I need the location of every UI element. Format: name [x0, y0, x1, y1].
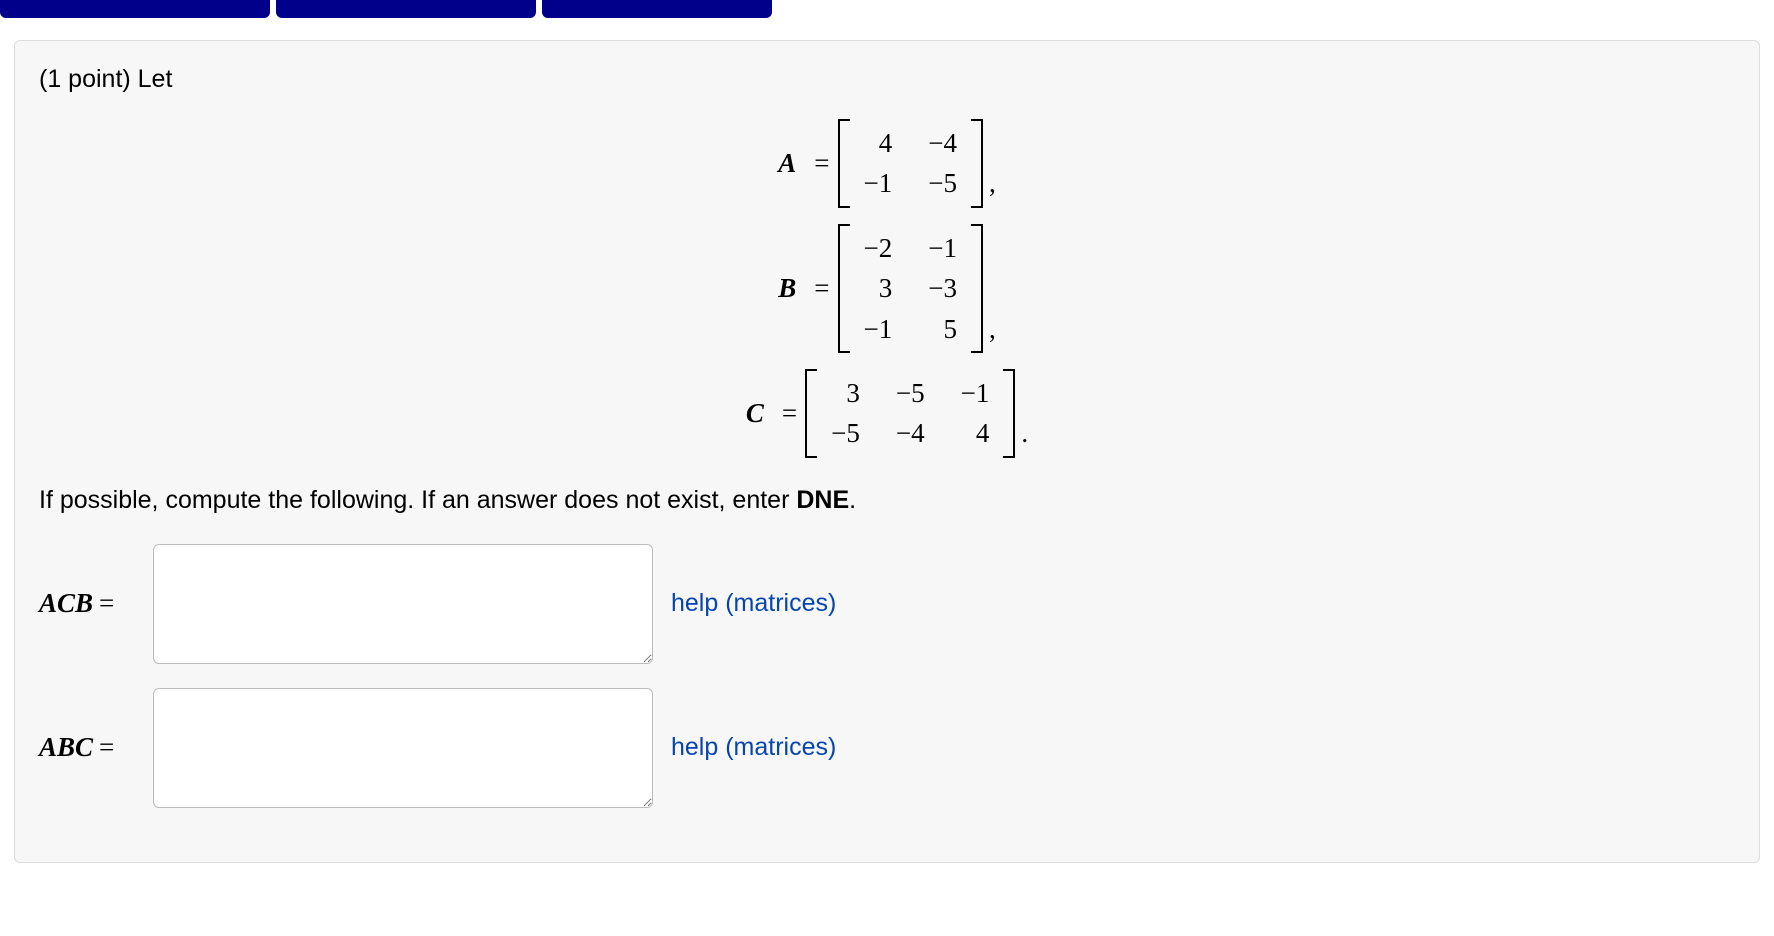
matrix-cell: 5 [924, 311, 961, 347]
matrix-cell: 3 [827, 375, 864, 411]
abc-var: ABC [39, 732, 93, 762]
top-nav-buttons [0, 0, 1774, 22]
matrix-b-label: B [778, 270, 796, 306]
matrix-cell: 3 [860, 270, 897, 306]
matrix-cell: −2 [860, 230, 897, 266]
bracket-right [971, 224, 983, 353]
trailing-period: . [1021, 415, 1028, 457]
nav-button-2[interactable] [276, 0, 536, 18]
matrix-cell: 4 [860, 125, 897, 161]
matrix-b-row: B = −2 −1 3 −3 −1 5 , [778, 224, 995, 353]
matrix-cell: −1 [957, 375, 994, 411]
bracket-right [971, 119, 983, 208]
page-root: (1 point) Let A = 4 −4 −1 −5 , [0, 0, 1774, 936]
trailing-comma: , [989, 311, 996, 353]
nav-button-3[interactable] [542, 0, 772, 18]
help-link-acb[interactable]: help (matrices) [671, 587, 836, 621]
matrix-cell: −5 [924, 165, 961, 201]
matrix-b: −2 −1 3 −3 −1 5 [838, 224, 983, 353]
answer-label-abc: ABC= [39, 729, 135, 765]
nav-button-1[interactable] [0, 0, 270, 18]
equals-sign: = [814, 270, 829, 306]
matrix-cell: −3 [924, 270, 961, 306]
answer-input-abc[interactable] [153, 688, 653, 808]
instruction-text: If possible, compute the following. If a… [39, 486, 796, 514]
help-link-abc[interactable]: help (matrices) [671, 731, 836, 765]
equals-sign: = [99, 732, 114, 762]
instruction-period: . [849, 486, 856, 514]
answer-label-acb: ACB= [39, 585, 135, 621]
matrix-b-cells: −2 −1 3 −3 −1 5 [850, 224, 971, 353]
bracket-left [805, 369, 817, 458]
equals-sign: = [782, 395, 797, 431]
acb-var: ACB [39, 588, 93, 618]
matrix-cell: −1 [924, 230, 961, 266]
matrix-a: 4 −4 −1 −5 [838, 119, 983, 208]
matrix-cell: 4 [957, 415, 994, 451]
problem-panel: (1 point) Let A = 4 −4 −1 −5 , [14, 40, 1760, 863]
matrix-cell: −1 [860, 165, 897, 201]
matrix-cell: −1 [860, 311, 897, 347]
matrix-a-row: A = 4 −4 −1 −5 , [778, 119, 995, 208]
bracket-right [1003, 369, 1015, 458]
bracket-left [838, 224, 850, 353]
instruction-line: If possible, compute the following. If a… [39, 484, 1735, 518]
equals-sign: = [814, 145, 829, 181]
trailing-comma: , [989, 165, 996, 207]
problem-intro: (1 point) Let [39, 63, 1735, 97]
matrix-cell: −5 [892, 375, 929, 411]
matrix-c: 3 −5 −1 −5 −4 4 [805, 369, 1015, 458]
matrix-definitions: A = 4 −4 −1 −5 , B = [39, 111, 1735, 466]
matrix-cell: −5 [827, 415, 864, 451]
dne-text: DNE [796, 486, 849, 514]
answer-row-acb: ACB= help (matrices) [39, 544, 1735, 664]
matrix-a-cells: 4 −4 −1 −5 [850, 119, 971, 208]
matrix-cell: −4 [924, 125, 961, 161]
answer-row-abc: ABC= help (matrices) [39, 688, 1735, 808]
matrix-c-cells: 3 −5 −1 −5 −4 4 [817, 369, 1003, 458]
matrix-a-label: A [778, 145, 796, 181]
matrix-c-row: C = 3 −5 −1 −5 −4 4 . [746, 369, 1028, 458]
matrix-c-label: C [746, 395, 764, 431]
matrix-cell: −4 [892, 415, 929, 451]
bracket-left [838, 119, 850, 208]
equals-sign: = [99, 588, 114, 618]
answer-input-acb[interactable] [153, 544, 653, 664]
